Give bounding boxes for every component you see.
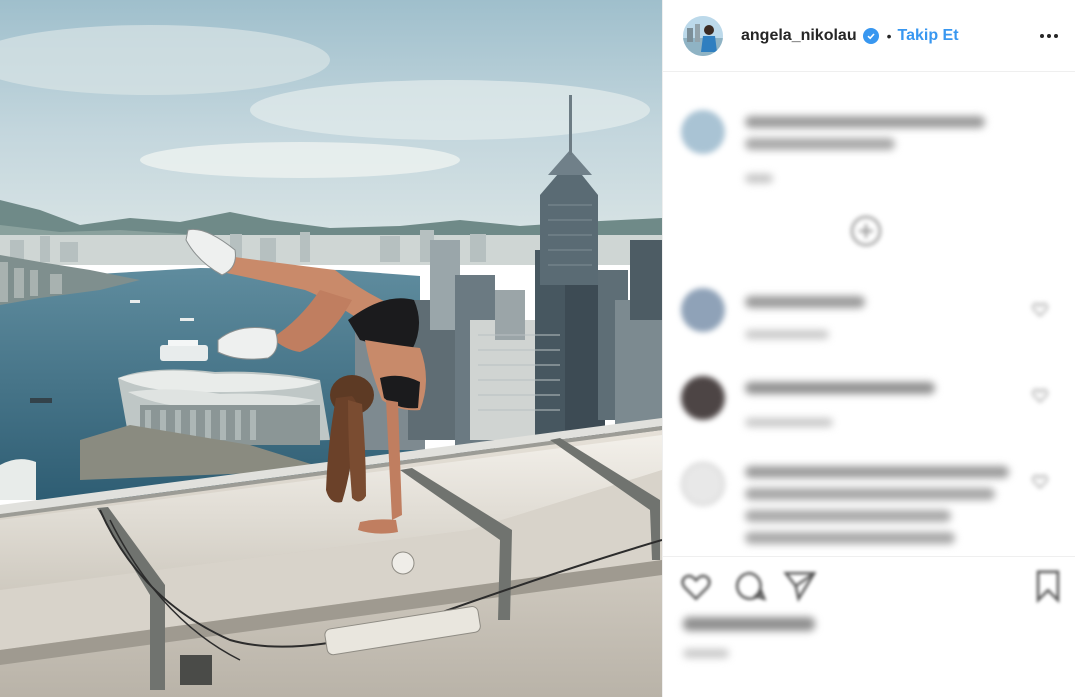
blurred-text: [745, 138, 895, 150]
blurred-timestamp: [745, 174, 773, 183]
post-photo-illustration: [0, 0, 662, 697]
verified-badge-icon: [862, 27, 879, 44]
blurred-likes-count: [683, 617, 815, 631]
share-arrow-icon[interactable]: [783, 569, 817, 603]
blurred-meta: [745, 330, 829, 339]
comment-like-icon[interactable]: [1031, 386, 1049, 404]
avatar[interactable]: [683, 15, 723, 56]
comment-like-icon[interactable]: [1031, 472, 1049, 490]
avatar[interactable]: [681, 110, 725, 154]
post-side-panel: angela_nikolau • Takip Et: [662, 0, 1075, 697]
comment-item: [681, 376, 1061, 436]
comment-bubble-icon[interactable]: [733, 569, 767, 603]
post-header: angela_nikolau • Takip Et: [663, 0, 1075, 72]
avatar[interactable]: [681, 288, 725, 332]
avatar[interactable]: [681, 462, 725, 506]
blurred-text: [745, 510, 951, 522]
post-photo[interactable]: [0, 0, 662, 697]
avatar[interactable]: [681, 376, 725, 420]
blurred-text: [745, 466, 1009, 478]
load-more-comments[interactable]: [681, 214, 1061, 254]
blurred-text: [745, 296, 865, 308]
post-actions: [663, 556, 1075, 697]
username[interactable]: angela_nikolau: [741, 27, 857, 45]
separator-dot: •: [886, 27, 892, 44]
blurred-text: [745, 116, 985, 128]
blurred-text: [745, 382, 935, 394]
comment-like-icon[interactable]: [1031, 300, 1049, 318]
avatar-image: [683, 15, 723, 56]
blurred-text: [745, 488, 995, 500]
plus-circle-icon[interactable]: [849, 214, 883, 248]
more-options-icon[interactable]: [1037, 24, 1061, 48]
blurred-text: [745, 532, 955, 544]
follow-button[interactable]: Takip Et: [898, 27, 959, 45]
caption-comment: [681, 110, 1061, 190]
blurred-meta: [745, 418, 833, 427]
comment-item: [681, 462, 1061, 552]
blurred-post-date: [683, 649, 729, 658]
instagram-post: angela_nikolau • Takip Et: [0, 0, 1075, 697]
heart-icon[interactable]: [679, 569, 713, 603]
bookmark-icon[interactable]: [1031, 569, 1065, 603]
comment-item: [681, 288, 1061, 348]
comments-list: [663, 72, 1075, 560]
